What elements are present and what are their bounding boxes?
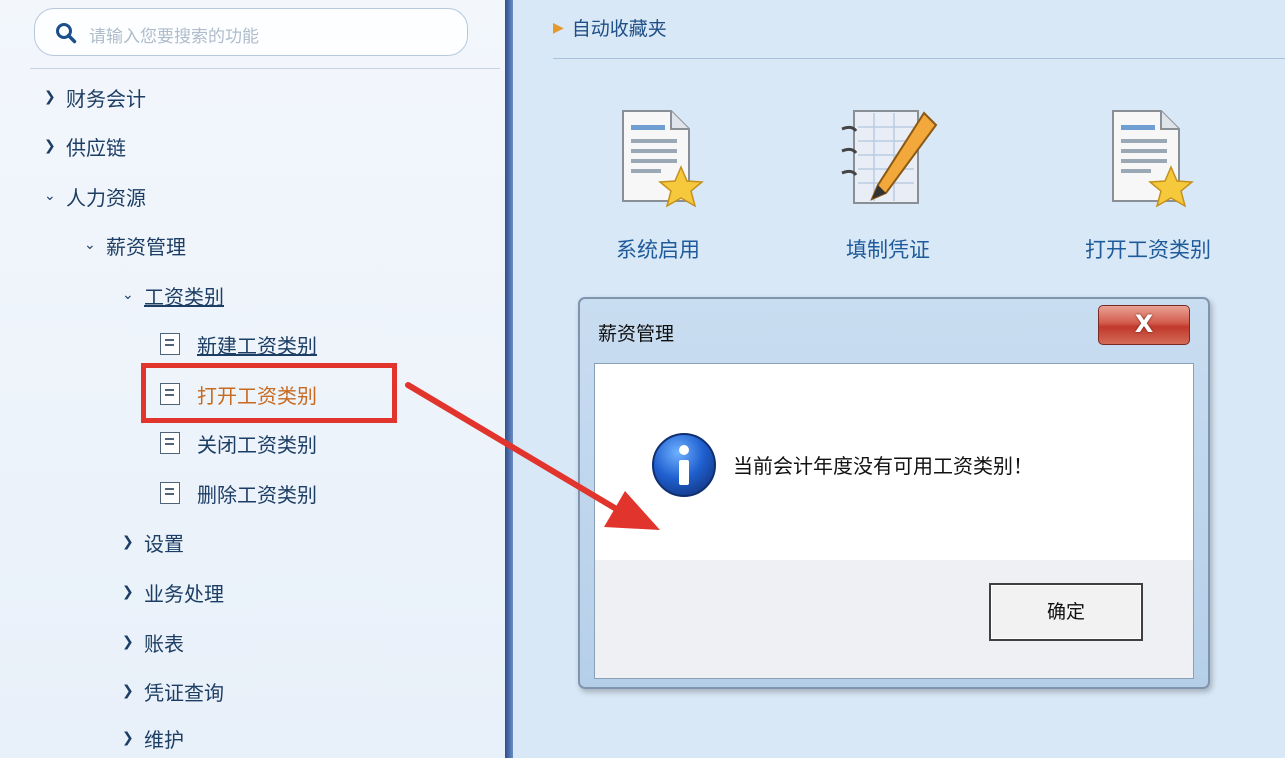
tree-item-close-salary-category[interactable]: 关闭工资类别 — [160, 425, 317, 461]
document-star-icon — [622, 110, 704, 208]
shortcut-label: 系统启用 — [616, 238, 700, 262]
tree-item-label: 维护 — [144, 727, 184, 752]
tree-item-label: 关闭工资类别 — [197, 432, 317, 457]
shortcut-label: 打开工资类别 — [1085, 238, 1211, 262]
chevron-down-icon[interactable]: ⌄ — [122, 287, 144, 303]
search-box[interactable]: 请输入您要搜索的功能 — [34, 8, 468, 56]
tree-item-settings[interactable]: ❯ 设置 — [122, 524, 184, 560]
document-icon — [160, 482, 180, 504]
tree-item-label: 新建工资类别 — [197, 333, 317, 358]
tree-item-label: 设置 — [144, 531, 184, 556]
tree-item-delete-salary-category[interactable]: 删除工资类别 — [160, 475, 317, 511]
close-button[interactable]: X — [1098, 305, 1190, 345]
navigation-sidebar: 请输入您要搜索的功能 ❯ 财务会计 ❯ 供应链 ⌄ 人力资源 ⌄ 薪资管理 ⌄ … — [0, 0, 505, 758]
triangle-right-icon: ▶ — [553, 19, 564, 36]
shortcut-system-enable[interactable]: 系统启用 — [573, 100, 743, 264]
tree-item-new-salary-category[interactable]: 新建工资类别 — [160, 326, 317, 362]
tree-item-salary-category[interactable]: ⌄ 工资类别 — [122, 277, 224, 313]
tree-item-finance[interactable]: ❯ 财务会计 — [44, 79, 146, 115]
favorites-header: ▶ 自动收藏夹 — [553, 14, 667, 41]
dialog-title: 薪资管理 — [598, 323, 675, 345]
chevron-down-icon[interactable]: ⌄ — [84, 237, 106, 253]
notebook-pencil-icon — [841, 110, 938, 204]
tree-item-human-resources[interactable]: ⌄ 人力资源 — [44, 178, 146, 214]
search-input[interactable]: 请输入您要搜索的功能 — [89, 22, 259, 47]
search-icon[interactable] — [55, 22, 77, 48]
panel-splitter[interactable] — [505, 0, 513, 758]
shortcut-fill-voucher[interactable]: 填制凭证 — [803, 100, 973, 264]
message-dialog: 薪资管理 X 当前会计年度没有可用工资类别！ 确定 — [578, 297, 1210, 689]
annotation-highlight-box — [141, 363, 397, 423]
chevron-right-icon[interactable]: ❯ — [44, 138, 66, 154]
document-icon — [160, 432, 180, 454]
tree-item-label: 薪资管理 — [106, 234, 186, 259]
tree-item-label: 账表 — [144, 631, 184, 656]
tree-item-label: 业务处理 — [144, 581, 224, 606]
tree-item-label: 供应链 — [66, 135, 126, 160]
shortcut-label: 填制凭证 — [846, 238, 930, 262]
tree-item-label: 凭证查询 — [144, 680, 224, 705]
chevron-right-icon[interactable]: ❯ — [122, 730, 144, 746]
favorites-title: 自动收藏夹 — [571, 18, 667, 40]
tree-item-business-processing[interactable]: ❯ 业务处理 — [122, 574, 224, 610]
tree-item-label: 人力资源 — [66, 185, 146, 210]
tree-item-label: 工资类别 — [144, 284, 224, 309]
chevron-right-icon[interactable]: ❯ — [44, 89, 66, 105]
tree-item-maintenance[interactable]: ❯ 维护 — [122, 720, 184, 756]
chevron-right-icon[interactable]: ❯ — [122, 683, 144, 699]
ok-button[interactable]: 确定 — [989, 583, 1143, 641]
document-star-icon — [1112, 110, 1194, 208]
tree-item-label: 删除工资类别 — [197, 482, 317, 507]
document-icon — [160, 333, 180, 355]
chevron-right-icon[interactable]: ❯ — [122, 584, 144, 600]
tree-item-reports[interactable]: ❯ 账表 — [122, 624, 184, 660]
info-icon — [649, 430, 719, 504]
tree-item-payroll[interactable]: ⌄ 薪资管理 — [84, 227, 186, 263]
tree-item-voucher-query[interactable]: ❯ 凭证查询 — [122, 673, 224, 709]
tree-item-label: 财务会计 — [66, 86, 146, 111]
tree-item-supply-chain[interactable]: ❯ 供应链 — [44, 128, 126, 164]
chevron-right-icon[interactable]: ❯ — [122, 634, 144, 650]
divider — [553, 58, 1285, 59]
chevron-right-icon[interactable]: ❯ — [122, 534, 144, 550]
dialog-message: 当前会计年度没有可用工资类别！ — [733, 454, 1033, 478]
chevron-down-icon[interactable]: ⌄ — [44, 188, 66, 204]
shortcut-open-salary-category[interactable]: 打开工资类别 — [1063, 100, 1233, 264]
dialog-body: 当前会计年度没有可用工资类别！ 确定 — [594, 363, 1194, 679]
divider — [30, 68, 500, 69]
